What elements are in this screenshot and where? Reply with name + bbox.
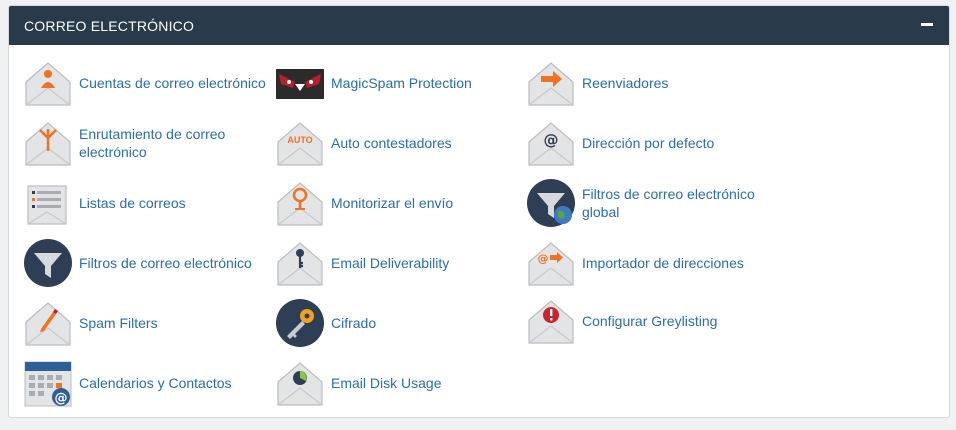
svg-text:AUTO: AUTO [287,135,312,145]
item-email-routing[interactable]: Enrutamiento de correo electrónico [23,118,269,168]
email-deliverability-icon [275,238,325,288]
item-label: Email Deliverability [331,255,450,271]
panel-header: CORREO ELECTRÓNICO [9,6,949,45]
track-delivery-icon [275,178,325,228]
calendars-contacts-icon: @ [23,358,73,408]
item-label: Cuentas de correo electrónico [79,75,266,91]
address-importer-icon: @ [526,238,576,288]
item-email-disk-usage[interactable]: Email Disk Usage [275,358,521,408]
item-label: Spam Filters [79,315,158,331]
item-label: Filtros de correo electrónico global [582,186,755,220]
item-calendars-contacts[interactable]: @ Calendarios y Contactos [23,358,269,408]
item-label: Cifrado [331,315,377,331]
item-label: MagicSpam Protection [331,75,472,91]
item-label: Calendarios y Contactos [79,375,232,391]
item-magicspam[interactable]: MagicSpam Protection [275,58,521,108]
item-track-delivery[interactable]: Monitorizar el envío [275,178,521,228]
item-greylisting[interactable]: Configurar Greylisting [526,296,772,346]
item-global-filters[interactable]: Filtros de correo electrónico global [526,178,772,228]
email-routing-icon [23,118,73,168]
item-forwarders[interactable]: Reenviadores [526,58,772,108]
item-label: Enrutamiento de correo electrónico [79,126,226,160]
panel-title: CORREO ELECTRÓNICO [24,18,195,34]
item-label: Listas de correos [79,195,186,211]
svg-text:@: @ [544,131,559,149]
item-label: Auto contestadores [331,135,452,151]
item-label: Configurar Greylisting [582,313,718,329]
item-spam-filters[interactable]: Spam Filters [23,298,269,348]
minus-icon[interactable] [921,23,933,26]
item-mailing-lists[interactable]: Listas de correos [23,178,269,228]
item-encryption[interactable]: Cifrado [275,298,521,348]
item-label: Email Disk Usage [331,375,442,391]
default-address-icon: @ [526,118,576,168]
greylisting-icon [526,296,576,346]
email-panel: CORREO ELECTRÓNICO Cuentas de correo ele… [8,5,950,418]
encryption-icon [275,298,325,348]
item-autoresponders[interactable]: AUTO Auto contestadores [275,118,521,168]
item-label: Filtros de correo electrónico [79,255,252,271]
item-default-address[interactable]: @ Dirección por defecto [526,118,772,168]
item-email-accounts[interactable]: Cuentas de correo electrónico [23,58,269,108]
item-label: Reenviadores [582,75,669,91]
global-filters-icon [526,178,576,228]
item-address-importer[interactable]: @ Importador de direcciones [526,238,772,288]
item-label: Importador de direcciones [582,255,744,271]
email-accounts-icon [23,58,73,108]
email-disk-usage-icon [275,358,325,408]
item-email-deliverability[interactable]: Email Deliverability [275,238,521,288]
item-label: Monitorizar el envío [331,195,454,211]
mailing-lists-icon [23,178,73,228]
autoresponders-icon: AUTO [275,118,325,168]
svg-text:@: @ [538,252,549,265]
svg-text:@: @ [55,391,68,406]
email-filters-icon [23,238,73,288]
item-label: Dirección por defecto [582,135,715,151]
item-email-filters[interactable]: Filtros de correo electrónico [23,238,269,288]
forwarders-icon [526,58,576,108]
spam-filters-icon [23,298,73,348]
magicspam-icon [275,58,325,108]
